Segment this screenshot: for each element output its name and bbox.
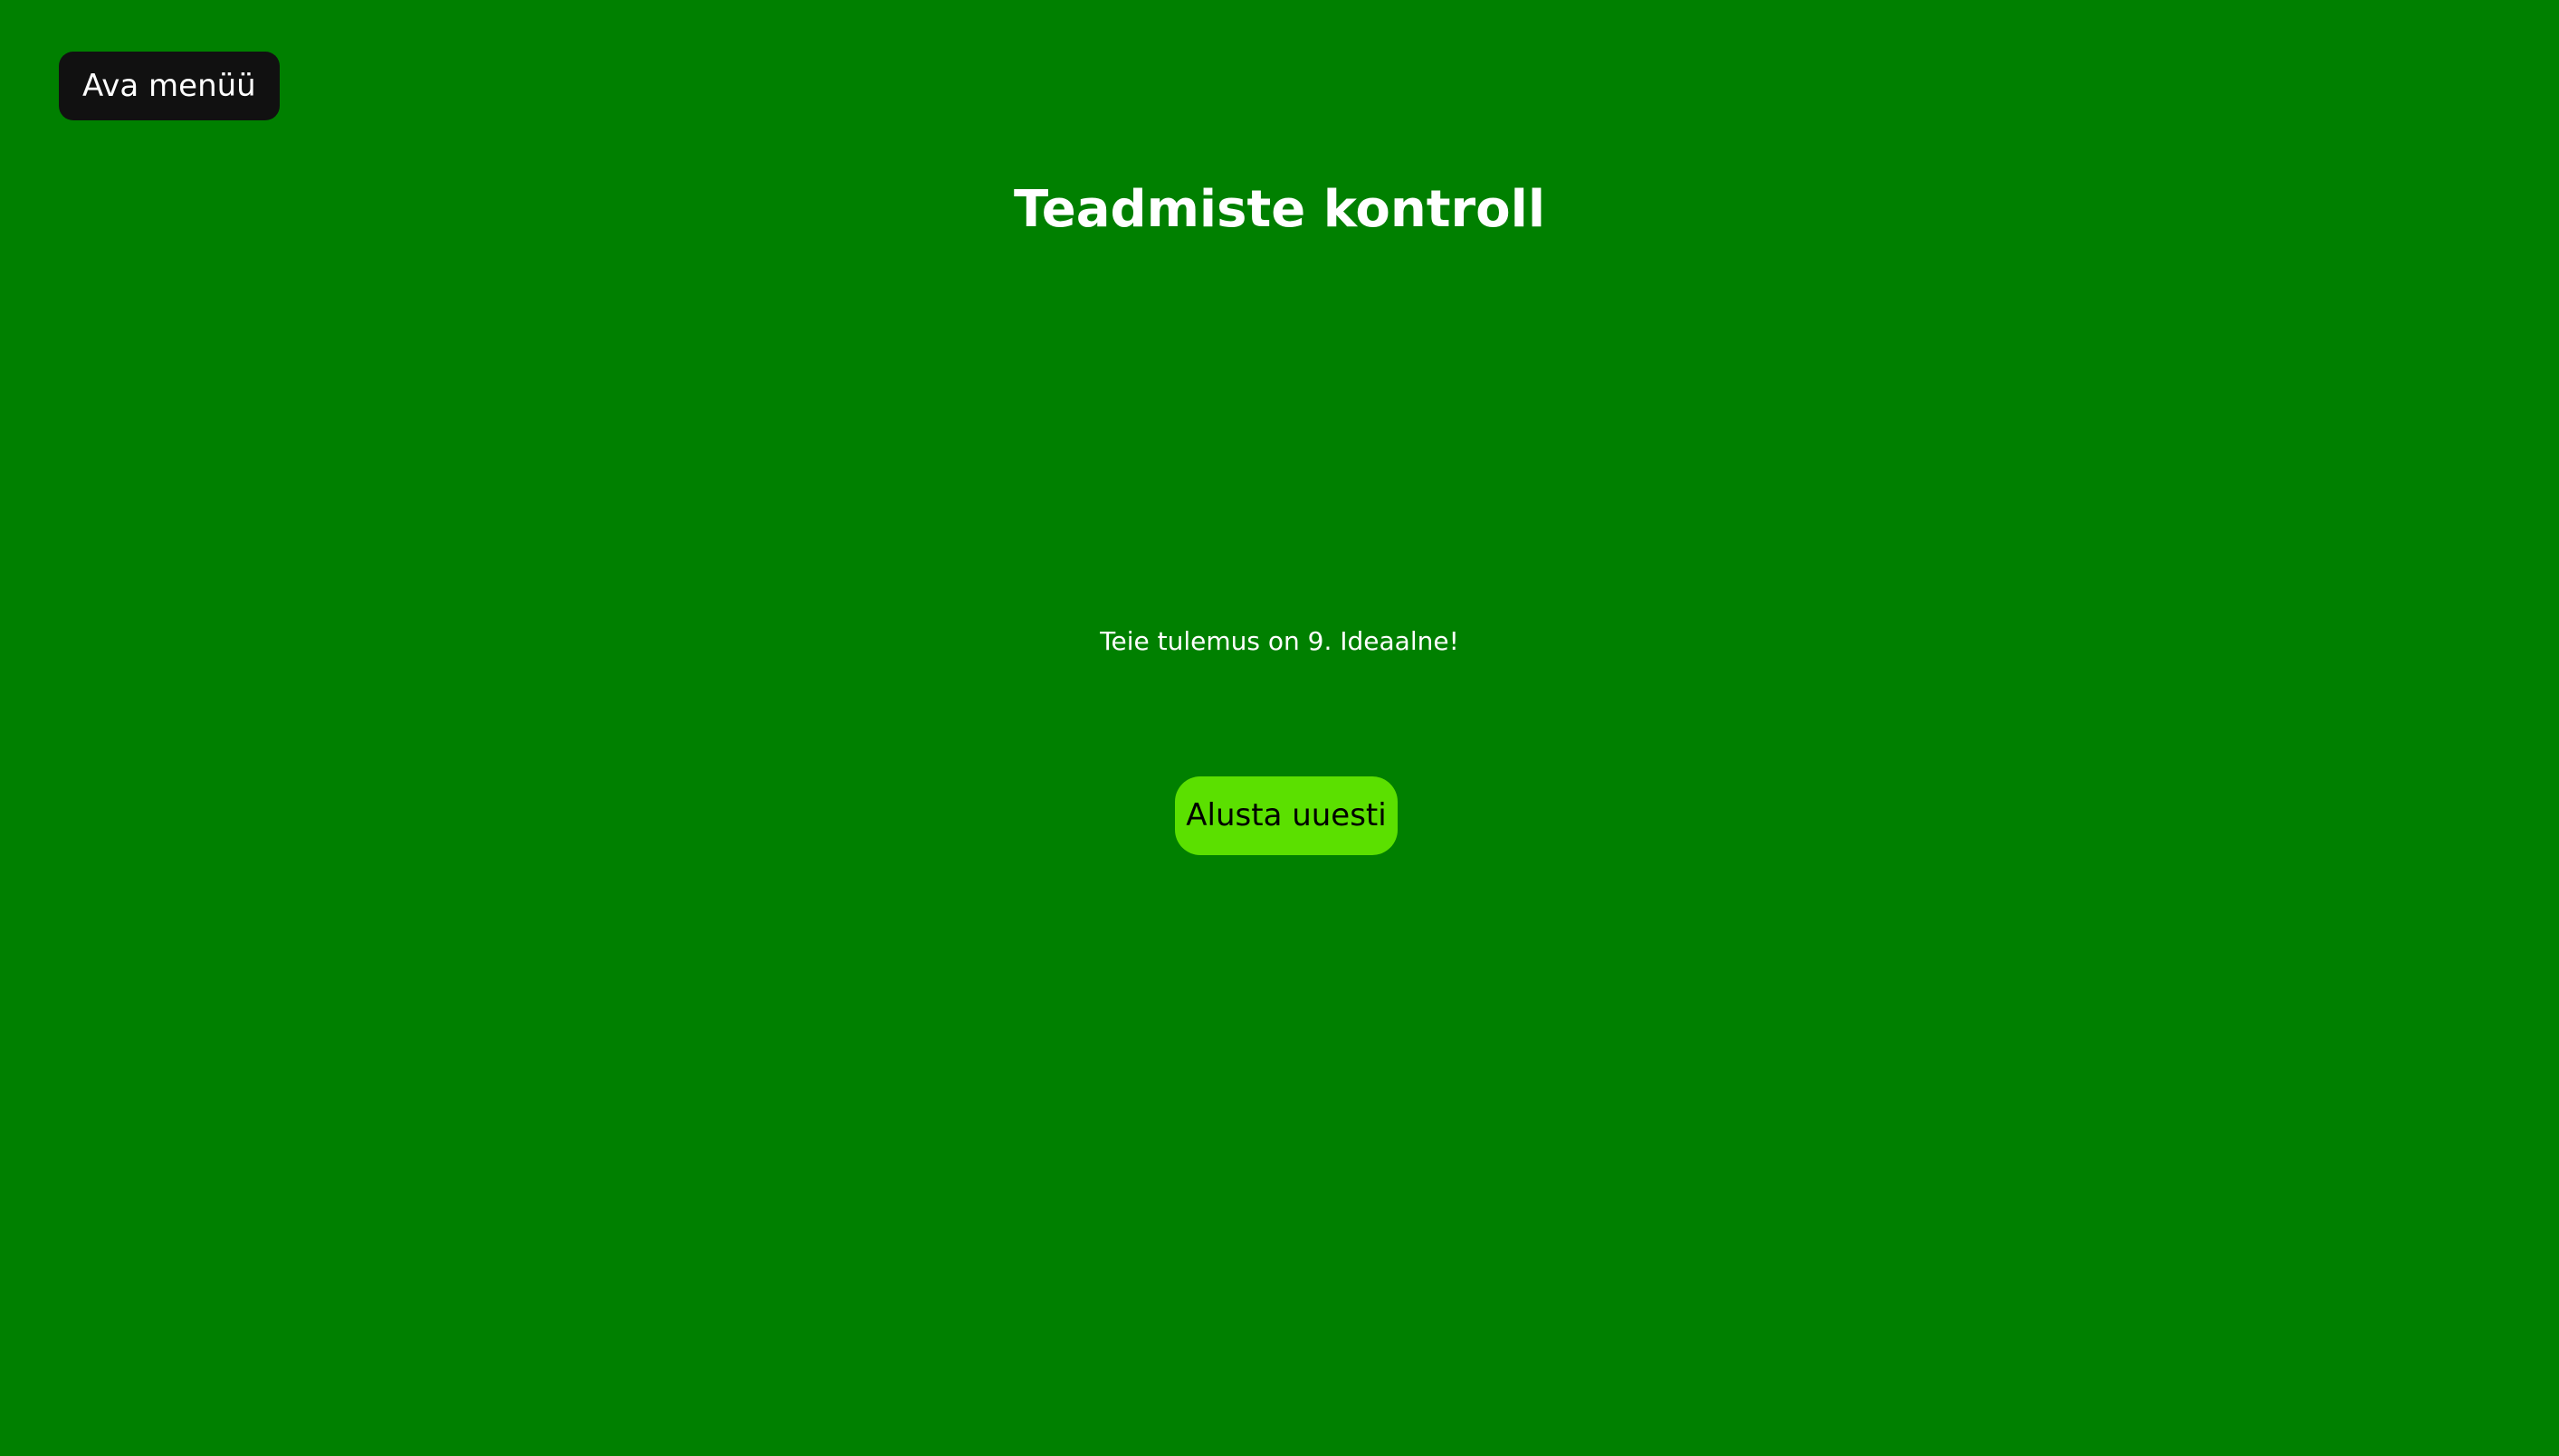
- restart-button[interactable]: Alusta uuesti: [1175, 776, 1398, 855]
- page-title: Teadmiste kontroll: [1013, 180, 1546, 239]
- result-message: Teie tulemus on 9. Ideaalne!: [1100, 626, 1459, 656]
- open-menu-button[interactable]: Ava menüü: [59, 52, 280, 120]
- quiz-result-page: { "menu": { "open_label": "Ava menüü" },…: [0, 0, 2559, 1456]
